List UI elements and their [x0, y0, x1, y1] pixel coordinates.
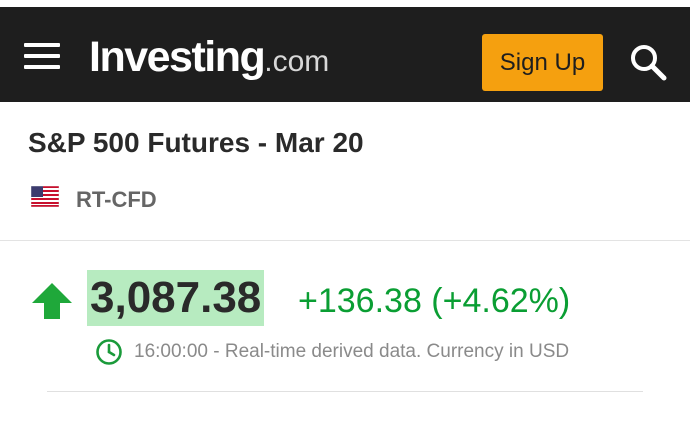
- app-header: Investing.com Sign Up: [0, 7, 690, 102]
- quote-row: 3,087.38 +136.38 (+4.62%): [0, 268, 690, 328]
- us-flag-icon: [30, 185, 60, 208]
- clock-icon: [95, 338, 123, 366]
- up-arrow-icon: [31, 282, 73, 320]
- instrument-title: S&P 500 Futures - Mar 20: [28, 127, 364, 158]
- search-icon[interactable]: [628, 43, 670, 83]
- logo-brand: Investing: [89, 33, 266, 81]
- price-change: +136.38 (+4.62%): [298, 282, 571, 320]
- logo-tld: .com: [264, 45, 330, 78]
- instrument-header: S&P 500 Futures - Mar 20 RT-CFD: [0, 102, 690, 241]
- investing-logo[interactable]: Investing.com: [89, 33, 329, 83]
- hamburger-menu-icon[interactable]: [24, 43, 60, 69]
- status-strip: [0, 0, 690, 7]
- sign-up-button[interactable]: Sign Up: [482, 34, 603, 91]
- section-divider: [47, 391, 643, 392]
- exchange-label: RT-CFD: [76, 187, 157, 212]
- quote-time-note: 16:00:00 - Real-time derived data. Curre…: [134, 341, 570, 362]
- last-price: 3,087.38: [87, 270, 265, 326]
